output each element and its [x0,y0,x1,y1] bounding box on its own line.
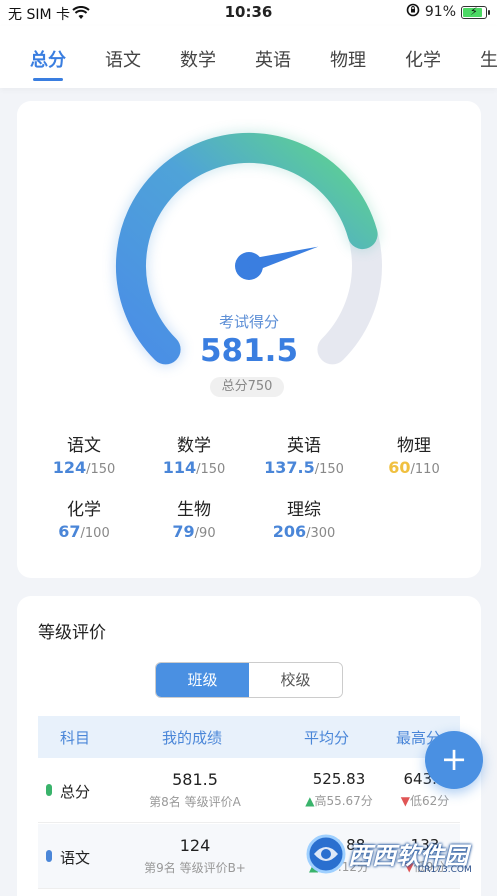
table-row[interactable]: 总分 581.5 第8名 等级评价A 525.83 ▲高55.67分 643.5… [38,758,460,823]
column-header: 平均分 [304,729,350,747]
status-right: 91% ⚡ [406,3,490,21]
subject-max: /300 [306,526,336,541]
subject-score: 79 [172,522,195,541]
subject-name: 英语 [287,436,321,456]
subject-score: 137.5 [264,458,315,477]
tab-total[interactable]: 总分 [30,46,66,72]
subject-score: 67 [58,522,81,541]
rank-text: 第8名 等级评价A [149,795,241,809]
total-score-badge: 总分750 [210,377,284,397]
average-delta: 高55.67分 [314,794,373,808]
gauge-needle [235,246,319,280]
subject-name: 化学 [67,500,101,520]
row-subject: 语文 [60,849,91,867]
subject-max: /150 [196,462,226,477]
subject-name: 语文 [67,436,101,456]
subject-score-chemistry: 化学 67/100 [29,495,139,541]
plus-icon: + [440,740,468,778]
average-score: 525.83 [312,770,366,788]
subject-max: /150 [86,462,116,477]
arrow-down-icon: ▼ [400,794,410,808]
tab-chinese[interactable]: 语文 [105,46,141,72]
subject-score: 114 [162,458,197,477]
tab-english[interactable]: 英语 [255,46,291,72]
tab-math[interactable]: 数学 [180,46,216,72]
subject-score-biology: 生物 79/90 [139,495,249,541]
my-score: 124 [179,836,211,855]
watermark-url: CR173.COM [418,865,472,875]
tab-physics[interactable]: 物理 [330,46,366,72]
orientation-lock-icon [406,3,420,21]
gauge-title: 考试得分 [218,313,279,331]
tab-biology[interactable]: 生 [480,46,497,72]
battery-percent: 91% [424,4,456,20]
row-indicator [46,850,52,862]
subject-score-math: 数学 114/150 [139,431,249,477]
subject-tabs: 总分 语文 数学 英语 物理 化学 生 [0,26,497,88]
add-button[interactable]: + [425,731,483,789]
subject-score-physics: 物理 60/110 [359,431,469,477]
subject-score: 124 [52,458,87,477]
rank-text: 第9名 等级评价B+ [144,861,246,875]
tab-chemistry[interactable]: 化学 [405,46,441,72]
subject-max: /150 [314,462,344,477]
row-indicator [46,784,52,796]
max-delta: 低62分 [409,794,450,808]
subject-score-chinese: 语文 124/150 [29,431,139,477]
active-tab-indicator [33,78,63,81]
column-header: 科目 [60,729,91,747]
subject-max: /100 [80,526,110,541]
subject-score: 60 [388,458,411,477]
scope-segmented-control: 班级 校级 [155,662,343,698]
watermark-emblem-icon [306,834,346,874]
segment-class[interactable]: 班级 [156,663,249,697]
subject-name: 数学 [177,436,211,456]
table-header: 科目 我的成绩 平均分 最高分 [38,716,460,758]
subject-name: 物理 [397,436,431,456]
row-subject: 总分 [60,783,91,801]
section-title: 等级评价 [38,623,106,643]
watermark-logo: 西西软件园 CR173.COM [300,830,480,878]
subject-max: /110 [410,462,440,477]
subject-score: 206 [272,522,307,541]
column-header: 我的成绩 [162,729,223,747]
subject-name: 生物 [177,500,211,520]
battery-icon: ⚡ [461,5,490,19]
subject-name: 理综 [287,500,321,520]
subject-score-science: 理综 206/300 [249,495,359,541]
subject-max: /90 [194,526,216,541]
exam-score: 581.5 [199,333,299,369]
my-score: 581.5 [172,770,218,789]
score-card: 考试得分 581.5 总分750 语文 124/150 数学 114/150 英… [17,101,481,578]
subject-score-english: 英语 137.5/150 [249,431,359,477]
status-bar: 无 SIM 卡 10:36 91% ⚡ [0,0,497,26]
segment-school[interactable]: 校级 [249,663,342,697]
